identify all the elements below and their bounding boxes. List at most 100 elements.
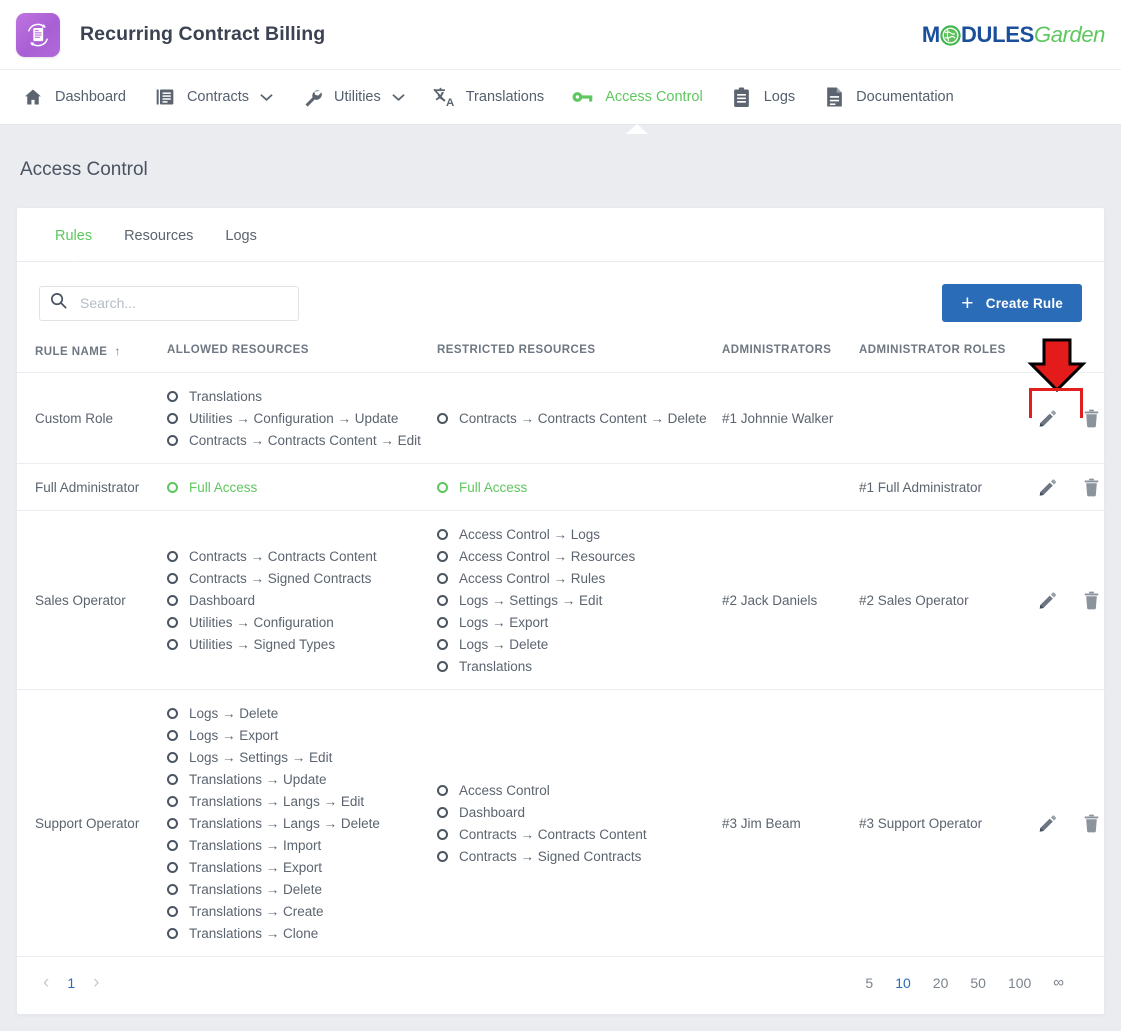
main-content: Access Control Rules Resources Logs Sear…	[0, 125, 1121, 1015]
resource-label: Contracts → Signed Contracts	[189, 570, 372, 586]
resource-item: Translations → Update	[167, 768, 437, 790]
tab-label: Logs	[225, 228, 257, 244]
header-administrators: ADMINISTRATORS	[722, 334, 859, 373]
cell-rule-name: Custom Role	[17, 372, 167, 464]
chevron-down-icon[interactable]	[392, 93, 405, 102]
resource-label: Utilities → Signed Types	[189, 636, 336, 652]
cell-allowed-resources: Contracts → Contracts Content Contracts →…	[167, 510, 437, 690]
per-page-option-5[interactable]: 5	[865, 975, 873, 991]
prev-page-button[interactable]: ‹	[43, 973, 49, 992]
resource-label: Translations → Update	[189, 771, 327, 787]
resource-label: Access Control → Rules	[459, 570, 606, 586]
resource-label: Full Access	[459, 479, 528, 495]
cell-actions	[1024, 463, 1121, 511]
per-page-option-50[interactable]: 50	[970, 975, 986, 991]
resource-label: Logs → Delete	[189, 705, 279, 721]
tab-resources[interactable]: Resources	[108, 208, 209, 261]
pagination-bar: ‹ 1 › 5 10 20 50 100 ∞	[17, 957, 1104, 1014]
resource-item: Logs → Export	[437, 611, 722, 633]
circle-icon	[167, 883, 178, 895]
create-rule-button[interactable]: + Create Rule	[942, 284, 1082, 322]
header-rule-name[interactable]: RULE NAME ↑	[17, 334, 167, 373]
tab-rules[interactable]: Rules	[39, 208, 108, 270]
app-title: Recurring Contract Billing	[80, 23, 326, 45]
resource-item: Contracts → Signed Contracts	[167, 567, 437, 589]
resource-item: Contracts → Contracts Content → Delete	[437, 407, 722, 429]
nav-item-documentation[interactable]: Documentation	[809, 69, 968, 125]
pencil-icon[interactable]	[1038, 409, 1057, 428]
resource-label: Contracts → Contracts Content → Edit	[189, 432, 421, 448]
resource-item: Logs → Export	[167, 724, 437, 746]
cell-administrator-roles: #2 Sales Operator	[859, 510, 1024, 690]
pencil-icon[interactable]	[1038, 814, 1057, 833]
next-page-button[interactable]: ›	[93, 973, 99, 992]
circle-icon	[167, 390, 178, 402]
wrench-icon	[301, 86, 323, 108]
per-page-option-20[interactable]: 20	[933, 975, 949, 991]
table-row: Custom Role Translations Utilities → Confi…	[17, 372, 1121, 464]
resource-label: Utilities → Configuration	[189, 614, 334, 630]
trash-icon[interactable]	[1083, 591, 1100, 610]
logo-text-dules: DULES	[960, 22, 1035, 47]
rules-card: Rules Resources Logs Search... + Create …	[16, 207, 1121, 1015]
resource-item: Dashboard	[167, 589, 437, 611]
circle-icon	[437, 784, 448, 796]
svg-text:A: A	[446, 97, 454, 108]
resource-label: Logs → Settings → Edit	[189, 749, 333, 765]
resource-list: Full Access	[437, 476, 722, 498]
cell-administrator-roles: #1 Full Administrator	[859, 463, 1024, 511]
nav-item-dashboard[interactable]: Dashboard	[8, 69, 140, 125]
resource-label: Access Control	[459, 782, 550, 798]
nav-item-access-control[interactable]: Access Control	[558, 69, 717, 134]
tab-logs[interactable]: Logs	[209, 208, 272, 261]
cell-administrators: #3 Jim Beam	[722, 689, 859, 957]
per-page-option-∞[interactable]: ∞	[1053, 974, 1064, 991]
cell-administrators: #2 Jack Daniels	[722, 510, 859, 690]
resource-label: Translations	[459, 658, 533, 674]
plus-icon: +	[961, 291, 974, 315]
nav-item-logs[interactable]: Logs	[717, 69, 809, 125]
resource-label: Logs → Delete	[459, 636, 549, 652]
cell-actions	[1024, 689, 1121, 957]
page-number-1[interactable]: 1	[67, 975, 75, 991]
resource-item: Translations → Delete	[167, 878, 437, 900]
table-row: Sales Operator Contracts → Contracts Cont…	[17, 510, 1121, 690]
active-tab-pointer	[64, 261, 83, 270]
nav-item-contracts[interactable]: Contracts	[140, 69, 287, 125]
circle-icon	[437, 481, 448, 493]
trash-icon[interactable]	[1083, 814, 1100, 833]
header-actions	[1024, 334, 1121, 373]
chevron-down-icon[interactable]	[260, 93, 273, 102]
card-tabs: Rules Resources Logs	[17, 208, 1104, 270]
cell-administrators	[722, 463, 859, 511]
cell-administrator-roles	[859, 372, 1024, 464]
cell-allowed-resources: Full Access	[167, 463, 437, 511]
nav-item-translations[interactable]: A Translations	[419, 69, 558, 125]
create-rule-label: Create Rule	[985, 295, 1063, 311]
search-input[interactable]	[78, 294, 288, 312]
nav-label: Utilities	[334, 89, 381, 105]
header-administrator-roles: ADMINISTRATOR ROLES	[859, 334, 1024, 373]
rules-table: RULE NAME ↑ ALLOWED RESOURCES RESTRICTED …	[17, 334, 1121, 957]
search-box[interactable]	[39, 285, 299, 321]
circle-icon	[437, 412, 448, 424]
resource-label: Translations → Clone	[189, 925, 319, 941]
cell-restricted-resources: Access Control Dashboard Contracts → Contr…	[437, 689, 722, 957]
resource-label: Access Control → Logs	[459, 526, 601, 542]
resource-item: Logs → Delete	[167, 702, 437, 724]
nav-item-utilities[interactable]: Utilities	[287, 69, 419, 125]
circle-icon	[167, 817, 178, 829]
per-page-option-10[interactable]: 10	[895, 975, 911, 991]
circle-icon	[167, 905, 178, 917]
logo-text-m: M	[921, 22, 940, 47]
resource-list: Translations Utilities → Configuration → …	[167, 385, 437, 451]
trash-icon[interactable]	[1083, 409, 1100, 428]
circle-icon	[167, 481, 178, 493]
trash-icon[interactable]	[1083, 478, 1100, 497]
per-page-option-100[interactable]: 100	[1008, 975, 1031, 991]
table-header-row: RULE NAME ↑ ALLOWED RESOURCES RESTRICTED …	[17, 334, 1121, 373]
pencil-icon[interactable]	[1038, 591, 1057, 610]
resource-item: Contracts → Contracts Content	[167, 545, 437, 567]
pencil-icon[interactable]	[1038, 478, 1057, 497]
sort-asc-icon[interactable]: ↑	[114, 344, 120, 358]
